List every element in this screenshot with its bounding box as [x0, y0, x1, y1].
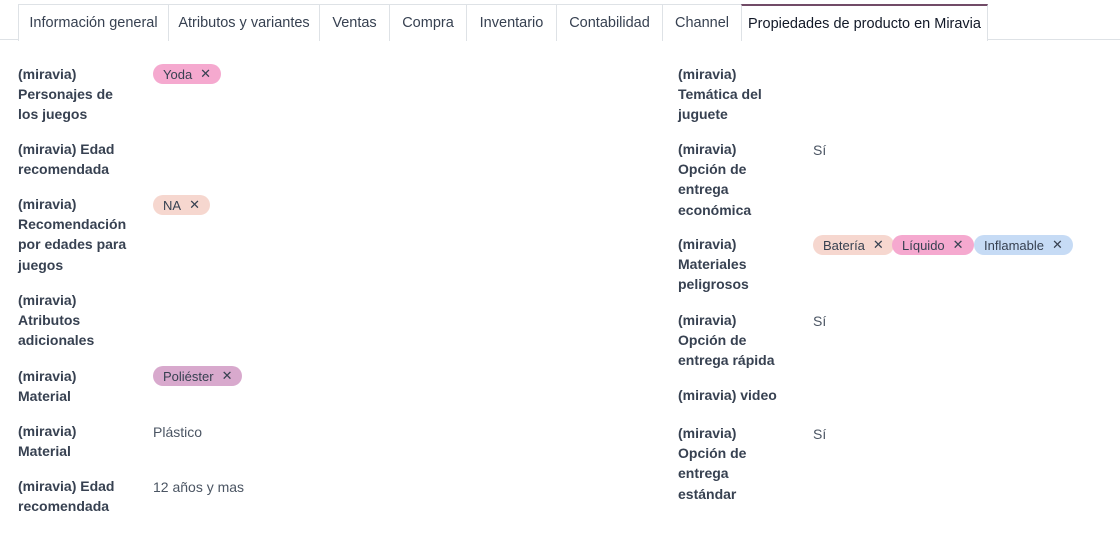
tab-contabilidad[interactable]: Contabilidad — [556, 4, 663, 41]
close-icon[interactable]: ✕ — [1052, 237, 1063, 253]
tag-yoda: Yoda ✕ — [153, 64, 222, 84]
field-value-entrega-estandar[interactable]: Sí — [813, 424, 826, 444]
close-icon[interactable]: ✕ — [189, 197, 200, 213]
tag-liquido: Líquido ✕ — [892, 235, 974, 255]
label-line: por edades para — [18, 236, 127, 253]
label-line: juguete — [678, 106, 728, 123]
label-line: (miravia) — [18, 292, 77, 308]
label-line: juegos — [18, 256, 64, 273]
field-value-material[interactable]: Plástico — [153, 422, 202, 442]
label-line: (miravia) Edad — [18, 478, 115, 494]
label-line: Atributos — [18, 312, 81, 329]
tab-inventario[interactable]: Inventario — [466, 4, 557, 41]
label-line: Personajes de — [18, 86, 113, 103]
field-value-entrega-rapida[interactable]: Sí — [813, 311, 826, 331]
tag-na: NA ✕ — [153, 195, 210, 215]
label-line: Opción de — [678, 161, 747, 178]
tag-label: Poliéster — [163, 368, 214, 384]
field-label-recomendacion-edades: (miravia) Recomendación por edades para … — [18, 194, 126, 275]
label-line: entrega rápida — [678, 352, 775, 369]
tab-informacion-general[interactable]: Información general — [18, 4, 169, 41]
tab-atributos-variantes[interactable]: Atributos y variantes — [168, 4, 320, 41]
label-line: entrega — [678, 181, 729, 198]
tab-propiedades-miravia[interactable]: Propiedades de producto en Miravia — [741, 4, 988, 41]
field-value-entrega-economica[interactable]: Sí — [813, 140, 826, 160]
label-line: (miravia) — [678, 141, 737, 157]
close-icon[interactable]: ✕ — [953, 237, 964, 253]
field-label-video: (miravia) video — [678, 385, 777, 405]
field-label-entrega-rapida: (miravia) Opción de entrega rápida — [678, 310, 774, 371]
label-line: (miravia) — [18, 423, 77, 439]
label-line: recomendada — [18, 498, 110, 515]
label-line: (miravia) video — [678, 387, 777, 403]
label-line: (miravia) — [18, 368, 77, 384]
field-label-tematica-juguete: (miravia) Temática del juguete — [678, 64, 762, 125]
label-line: (miravia) — [678, 312, 737, 328]
label-line: (miravia) — [678, 236, 737, 252]
field-label-material-1: (miravia) Material — [18, 366, 76, 406]
label-line: Materiales — [678, 256, 747, 273]
field-label-entrega-estandar: (miravia) Opción de entrega estándar — [678, 423, 746, 504]
tag-inflamable: Inflamable ✕ — [974, 235, 1073, 255]
close-icon[interactable]: ✕ — [873, 237, 884, 253]
field-label-edad-recomendada-2: (miravia) Edad recomendada — [18, 476, 114, 516]
tag-label: NA — [163, 197, 182, 213]
tag-label: Yoda — [163, 66, 193, 82]
label-line: adicionales — [18, 332, 95, 349]
label-line: Material — [18, 443, 71, 460]
label-line: (miravia) — [18, 66, 77, 82]
label-line: Temática del — [678, 86, 762, 103]
label-line: económica — [678, 201, 752, 218]
tag-label: Inflamable — [984, 237, 1044, 253]
label-line: estándar — [678, 485, 737, 502]
label-line: entrega — [678, 465, 729, 482]
tag-label: Líquido — [902, 237, 945, 253]
label-line: (miravia) Edad — [18, 141, 115, 157]
label-line: Recomendación — [18, 216, 127, 233]
label-line: Opción de — [678, 445, 747, 462]
field-label-atributos-adicionales: (miravia) Atributos adicionales — [18, 290, 94, 351]
field-label-materiales-peligrosos: (miravia) Materiales peligrosos — [678, 234, 749, 295]
tag-poliester: Poliéster ✕ — [153, 366, 243, 386]
field-label-edad-recomendada: (miravia) Edad recomendada — [18, 139, 114, 179]
label-line: recomendada — [18, 161, 110, 178]
tab-ventas[interactable]: Ventas — [319, 4, 390, 41]
field-value-edad[interactable]: 12 años y mas — [153, 477, 244, 497]
field-label-personajes-juegos: (miravia) Personajes de los juegos — [18, 64, 113, 125]
label-line: Material — [18, 388, 71, 405]
tab-channel[interactable]: Channel — [662, 4, 742, 41]
close-icon[interactable]: ✕ — [200, 66, 211, 82]
label-line: peligrosos — [678, 276, 749, 293]
field-label-entrega-economica: (miravia) Opción de entrega económica — [678, 139, 751, 220]
label-line: (miravia) — [678, 66, 737, 82]
notebook-tabs: Información general Atributos y variante… — [0, 0, 1120, 41]
label-line: los juegos — [18, 106, 88, 123]
close-icon[interactable]: ✕ — [222, 368, 233, 384]
tab-compra[interactable]: Compra — [389, 4, 467, 41]
tag-label: Batería — [823, 237, 865, 253]
field-label-material-2: (miravia) Material — [18, 421, 76, 461]
label-line: Opción de — [678, 332, 747, 349]
tag-bateria: Batería ✕ — [813, 235, 894, 255]
label-line: (miravia) — [18, 196, 77, 212]
label-line: (miravia) — [678, 425, 737, 441]
